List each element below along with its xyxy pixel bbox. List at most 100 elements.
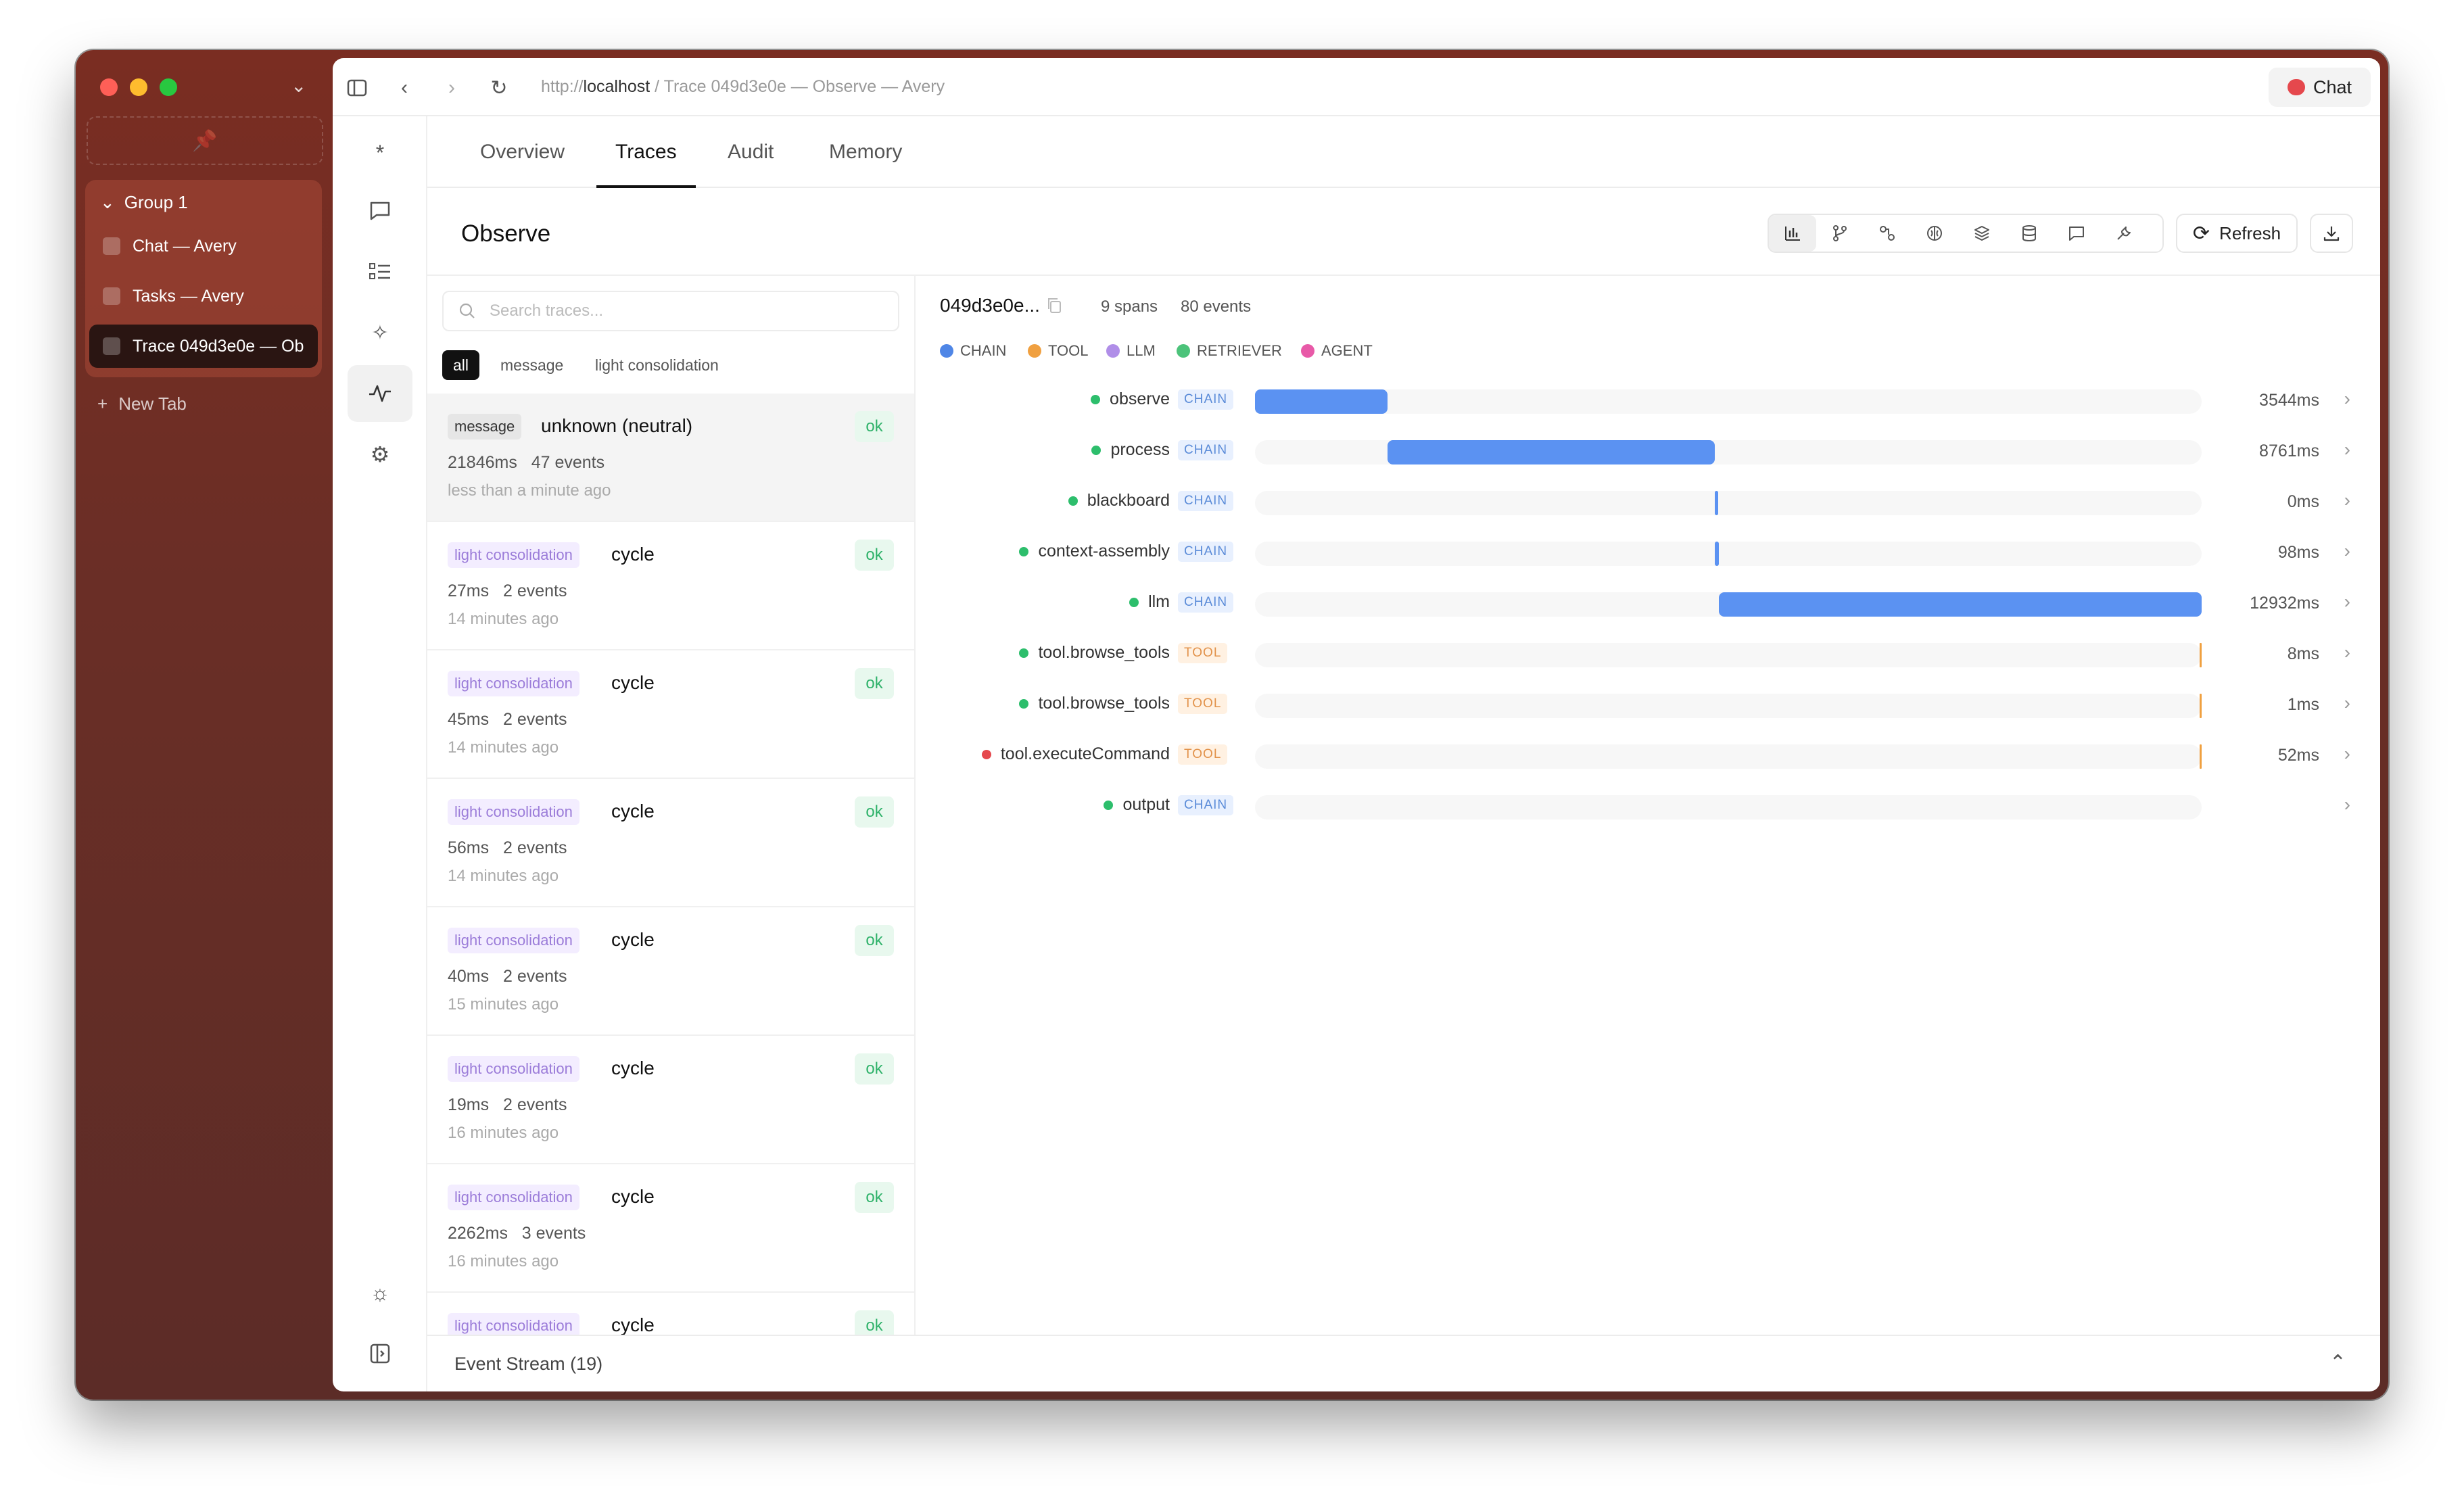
legend-item: LLM — [1106, 342, 1156, 360]
trace-list-item[interactable]: light consolidation cycle ok — [427, 1293, 914, 1335]
chevron-right-icon[interactable]: › — [2344, 540, 2350, 562]
message-icon[interactable] — [348, 183, 412, 239]
search-icon — [459, 303, 475, 318]
tab-audit[interactable]: Audit — [728, 116, 774, 188]
span-name: llm — [1148, 592, 1170, 611]
database-icon[interactable] — [2006, 215, 2053, 252]
back-icon[interactable]: ‹ — [389, 73, 419, 103]
brain-icon[interactable] — [1911, 215, 1958, 252]
tab-group-header[interactable]: ⌄ Group 1 — [100, 192, 188, 213]
sidebar-toggle-icon[interactable] — [342, 73, 372, 103]
span-bar[interactable] — [1715, 491, 1719, 515]
asterisk-icon[interactable]: * — [348, 124, 412, 181]
span-bar[interactable] — [2200, 643, 2202, 667]
status-badge: ok — [855, 1310, 894, 1335]
tab-label: Tasks — Avery — [133, 286, 244, 306]
span-row[interactable]: tool.executeCommand TOOL 52ms › — [917, 731, 2380, 782]
event-stream-bar[interactable]: Event Stream (19) ⌃ — [427, 1335, 2380, 1391]
theme-sun-icon[interactable]: ☼ — [348, 1264, 412, 1321]
pin-drop-zone[interactable]: 📌 — [87, 116, 323, 165]
span-row[interactable]: context-assembly CHAIN 98ms › — [917, 528, 2380, 579]
trace-list-item[interactable]: light consolidation cycle ok 19ms 2 events 1… — [427, 1036, 914, 1164]
chevron-right-icon[interactable]: › — [2344, 692, 2350, 714]
trace-meta: 2262ms 3 events — [448, 1224, 586, 1243]
sidebar-tab-chat[interactable]: Chat — Avery — [89, 224, 318, 268]
sidebar-tab-trace[interactable]: Trace 049d3e0e — Ob — [89, 325, 318, 368]
trace-list-item[interactable]: light consolidation cycle ok 2262ms 3 event… — [427, 1164, 914, 1293]
search-placeholder: Search traces... — [490, 302, 604, 320]
span-bar[interactable] — [2200, 744, 2202, 769]
trace-type-tag: light consolidation — [448, 928, 579, 953]
span-row[interactable]: llm CHAIN 12932ms › — [917, 579, 2380, 629]
trace-list-item[interactable]: message unknown (neutral) ok 21846ms 47 eve… — [427, 394, 914, 522]
span-row[interactable]: tool.browse_tools TOOL 8ms › — [917, 629, 2380, 680]
chat-button[interactable]: Chat — [2268, 68, 2371, 107]
legend-label: AGENT — [1321, 342, 1373, 359]
filter-all[interactable]: all — [442, 350, 480, 380]
activity-icon[interactable] — [348, 365, 412, 422]
sidebar-tab-tasks[interactable]: Tasks — Avery — [89, 275, 318, 318]
filter-message[interactable]: message — [490, 350, 574, 380]
span-bar[interactable] — [1255, 389, 1388, 414]
chevron-right-icon[interactable]: › — [2344, 743, 2350, 765]
comment-icon[interactable] — [2053, 215, 2100, 252]
tab-traces[interactable]: Traces — [596, 116, 696, 188]
zoom-window-button[interactable] — [160, 78, 177, 96]
sparkles-icon[interactable]: ✧ — [348, 304, 412, 361]
trace-list-item[interactable]: light consolidation cycle ok 40ms 2 events 1… — [427, 907, 914, 1036]
chevron-right-icon[interactable]: › — [2344, 794, 2350, 815]
copy-icon[interactable] — [1045, 296, 1063, 315]
filter-light-consolidation[interactable]: light consolidation — [584, 350, 730, 380]
trace-list-item[interactable]: light consolidation cycle ok 45ms 2 events 1… — [427, 650, 914, 779]
trace-timestamp: 16 minutes ago — [448, 1124, 559, 1142]
chevron-right-icon[interactable]: › — [2344, 642, 2350, 663]
plus-icon: + — [97, 394, 108, 414]
chevron-right-icon[interactable]: › — [2344, 439, 2350, 460]
trace-timestamp: 14 minutes ago — [448, 867, 559, 885]
trace-list-item[interactable]: light consolidation cycle ok 56ms 2 events 1… — [427, 779, 914, 907]
span-bar[interactable] — [1388, 440, 1715, 464]
chevron-down-icon[interactable]: ⌄ — [291, 74, 306, 97]
span-row[interactable]: process CHAIN 8761ms › — [917, 427, 2380, 477]
span-bar[interactable] — [1719, 592, 2202, 617]
chevron-right-icon[interactable]: › — [2344, 490, 2350, 511]
span-bar[interactable] — [2200, 694, 2202, 718]
span-row[interactable]: blackboard CHAIN 0ms › — [917, 477, 2380, 528]
span-name: blackboard — [1087, 491, 1170, 510]
panel-toggle-icon[interactable] — [348, 1325, 412, 1382]
flow-icon[interactable] — [1864, 215, 1911, 252]
refresh-button[interactable]: ⟳ Refresh — [2176, 214, 2298, 253]
tab-overview[interactable]: Overview — [480, 116, 565, 188]
legend-dot — [1028, 344, 1041, 358]
tab-memory[interactable]: Memory — [829, 116, 902, 188]
address-text[interactable]: http://localhost / Trace 049d3e0e — Obse… — [541, 77, 945, 97]
settings-gear-icon[interactable]: ⚙ — [348, 426, 412, 483]
chevron-right-icon[interactable]: › — [2344, 591, 2350, 613]
chevron-down-icon: ⌄ — [100, 192, 115, 212]
span-row[interactable]: tool.browse_tools TOOL 1ms › — [917, 680, 2380, 731]
span-bar[interactable] — [1715, 542, 1719, 566]
reload-icon[interactable]: ↻ — [484, 73, 514, 103]
tasks-list-icon[interactable] — [348, 243, 412, 300]
span-row[interactable]: observe CHAIN 3544ms › — [917, 376, 2380, 427]
minimize-window-button[interactable] — [130, 78, 147, 96]
layers-icon[interactable] — [1958, 215, 2006, 252]
download-button[interactable] — [2310, 214, 2353, 253]
trace-type-tag: light consolidation — [448, 542, 579, 568]
wrench-icon[interactable] — [2100, 215, 2148, 252]
chevron-right-icon[interactable]: › — [2344, 388, 2350, 410]
search-input[interactable]: Search traces... — [442, 291, 899, 331]
new-tab-button[interactable]: + New Tab — [97, 394, 187, 414]
chevron-up-icon[interactable]: ⌃ — [2329, 1351, 2346, 1375]
trace-event-count: 3 events — [521, 1224, 586, 1243]
forward-icon[interactable]: › — [437, 73, 467, 103]
span-name: tool.browse_tools — [1038, 643, 1170, 662]
span-name: observe — [1110, 389, 1170, 408]
trace-list-item[interactable]: light consolidation cycle ok 27ms 2 events 1… — [427, 522, 914, 650]
bar-chart-icon[interactable] — [1769, 215, 1816, 252]
close-window-button[interactable] — [100, 78, 118, 96]
span-row[interactable]: output CHAIN › — [917, 782, 2380, 832]
span-status-dot — [1068, 496, 1078, 506]
span-status-dot — [1129, 597, 1139, 607]
git-branch-icon[interactable] — [1816, 215, 1864, 252]
